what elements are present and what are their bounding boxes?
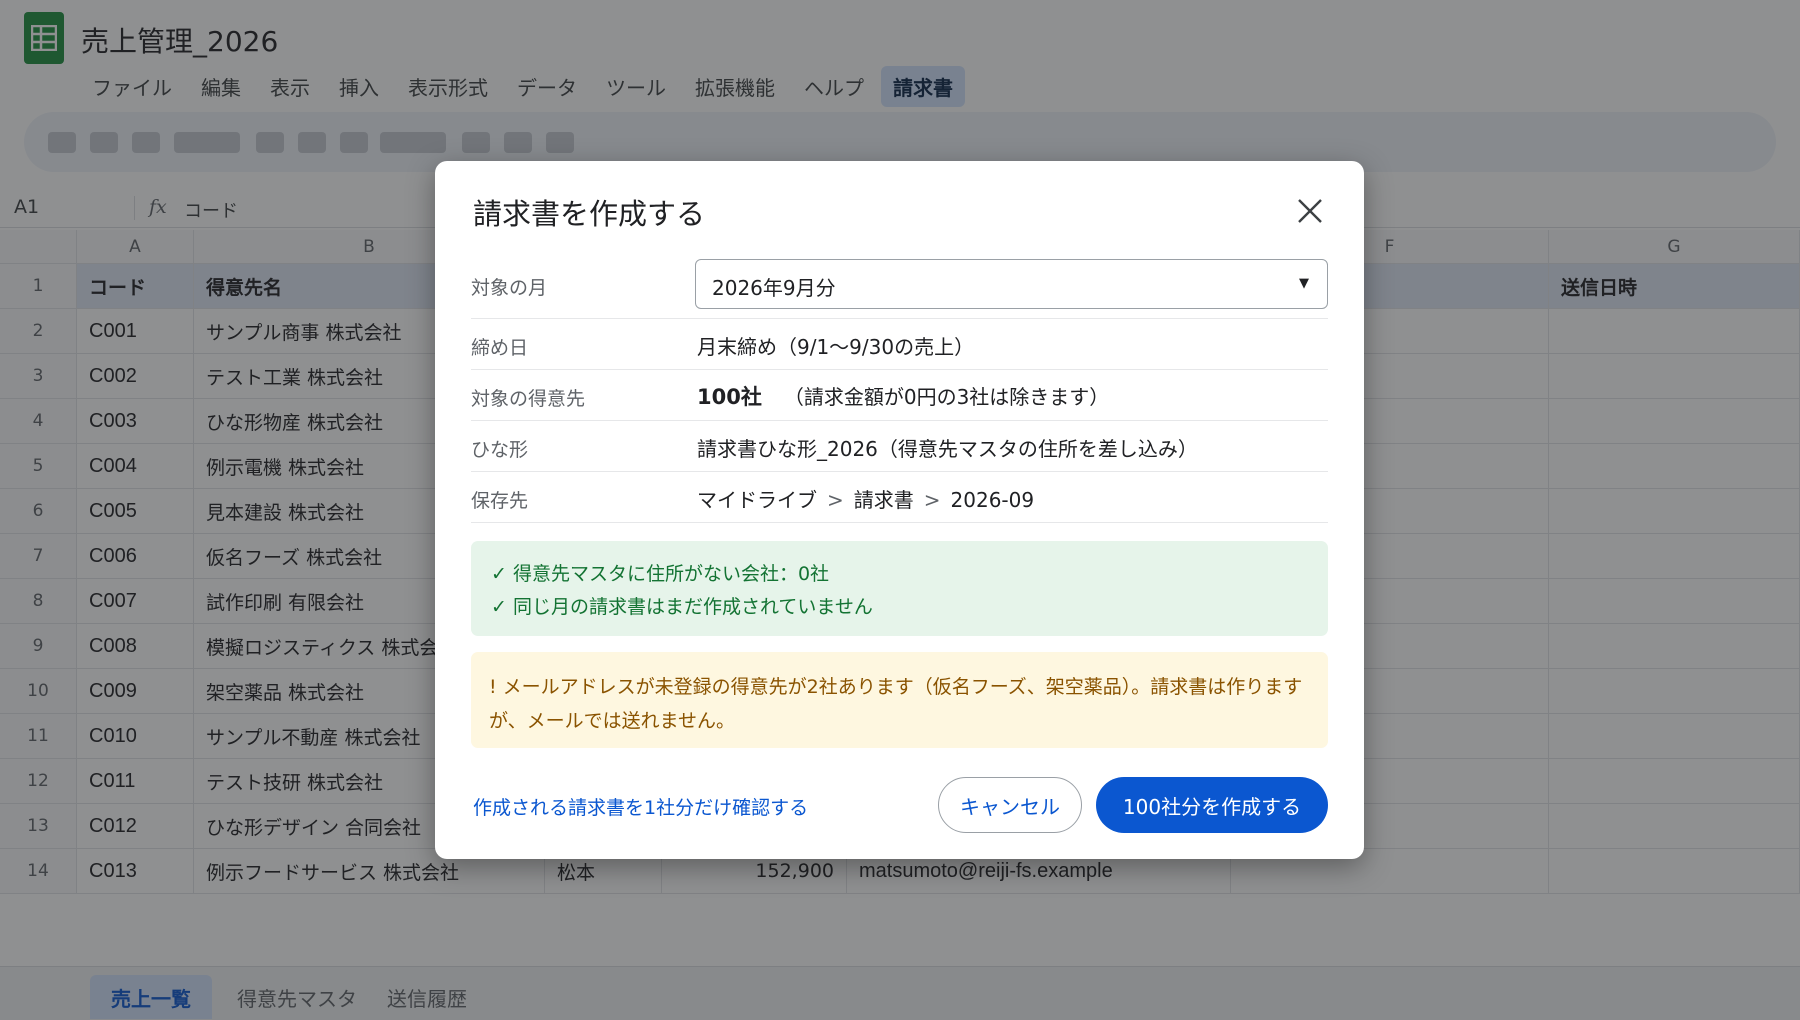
close-icon: [1298, 199, 1322, 223]
destination-row: 保存先 マイドライブ > 請求書 >2026-09: [471, 472, 1328, 523]
dropdown-arrow-icon: ▼: [1299, 276, 1309, 291]
dialog-title: 請求書を作成する: [473, 197, 706, 231]
template-value: 請求書ひな形_2026（得意先マスタの住所を差し込み）: [697, 437, 1198, 461]
cutoff-label: 締め日: [471, 337, 529, 359]
breadcrumb-separator: >: [827, 488, 844, 512]
customers-label: 対象の得意先: [471, 388, 586, 410]
customers-value: 100社 （請求金額が0円の3社は除きます）: [697, 381, 1109, 411]
destination-path: マイドライブ > 請求書 >2026-09: [697, 484, 1034, 513]
cutoff-row: 締め日 月末締め（9/1〜9/30の売上）: [471, 319, 1328, 370]
cancel-button[interactable]: キャンセル: [938, 777, 1082, 833]
month-label: 対象の月: [471, 277, 548, 299]
check-address-ok: ✓ 得意先マスタに住所がない会社：0社: [491, 563, 830, 585]
month-select-value: 2026年9月分: [712, 276, 836, 300]
check-success-box: ✓ 得意先マスタに住所がない会社：0社 ✓ 同じ月の請求書はまだ作成されていませ…: [471, 541, 1328, 636]
customers-count: 100社: [697, 385, 762, 409]
check-no-duplicate: ✓ 同じ月の請求書はまだ作成されていません: [491, 596, 873, 618]
create-invoice-dialog: 請求書を作成する 対象の月 2026年9月分 ▼ 締め日 月末締め（9/1〜9/…: [435, 161, 1364, 859]
customers-row: 対象の得意先 100社 （請求金額が0円の3社は除きます）: [471, 370, 1328, 421]
cutoff-value: 月末締め（9/1〜9/30の売上）: [697, 335, 975, 359]
destination-crumb-drive: マイドライブ: [697, 488, 817, 512]
preview-one-link[interactable]: 作成される請求書を1社分だけ確認する: [473, 793, 808, 820]
destination-crumb-month: 2026-09: [950, 488, 1035, 512]
customers-note: （請求金額が0円の3社は除きます）: [783, 385, 1110, 409]
destination-crumb-folder: 請求書: [853, 488, 914, 512]
create-invoices-button[interactable]: 100社分を作成する: [1096, 777, 1328, 833]
warning-box: ! メールアドレスが未登録の得意先が2社あります（仮名フーズ、架空薬品）。請求書…: [471, 652, 1328, 748]
month-select[interactable]: 2026年9月分 ▼: [695, 259, 1328, 309]
warning-message: ! メールアドレスが未登録の得意先が2社あります（仮名フーズ、架空薬品）。請求書…: [489, 676, 1303, 732]
close-button[interactable]: [1290, 191, 1330, 231]
breadcrumb-separator: >: [923, 488, 941, 512]
destination-label: 保存先: [471, 490, 529, 512]
template-row: ひな形 請求書ひな形_2026（得意先マスタの住所を差し込み）: [471, 421, 1328, 472]
template-label: ひな形: [471, 439, 529, 461]
